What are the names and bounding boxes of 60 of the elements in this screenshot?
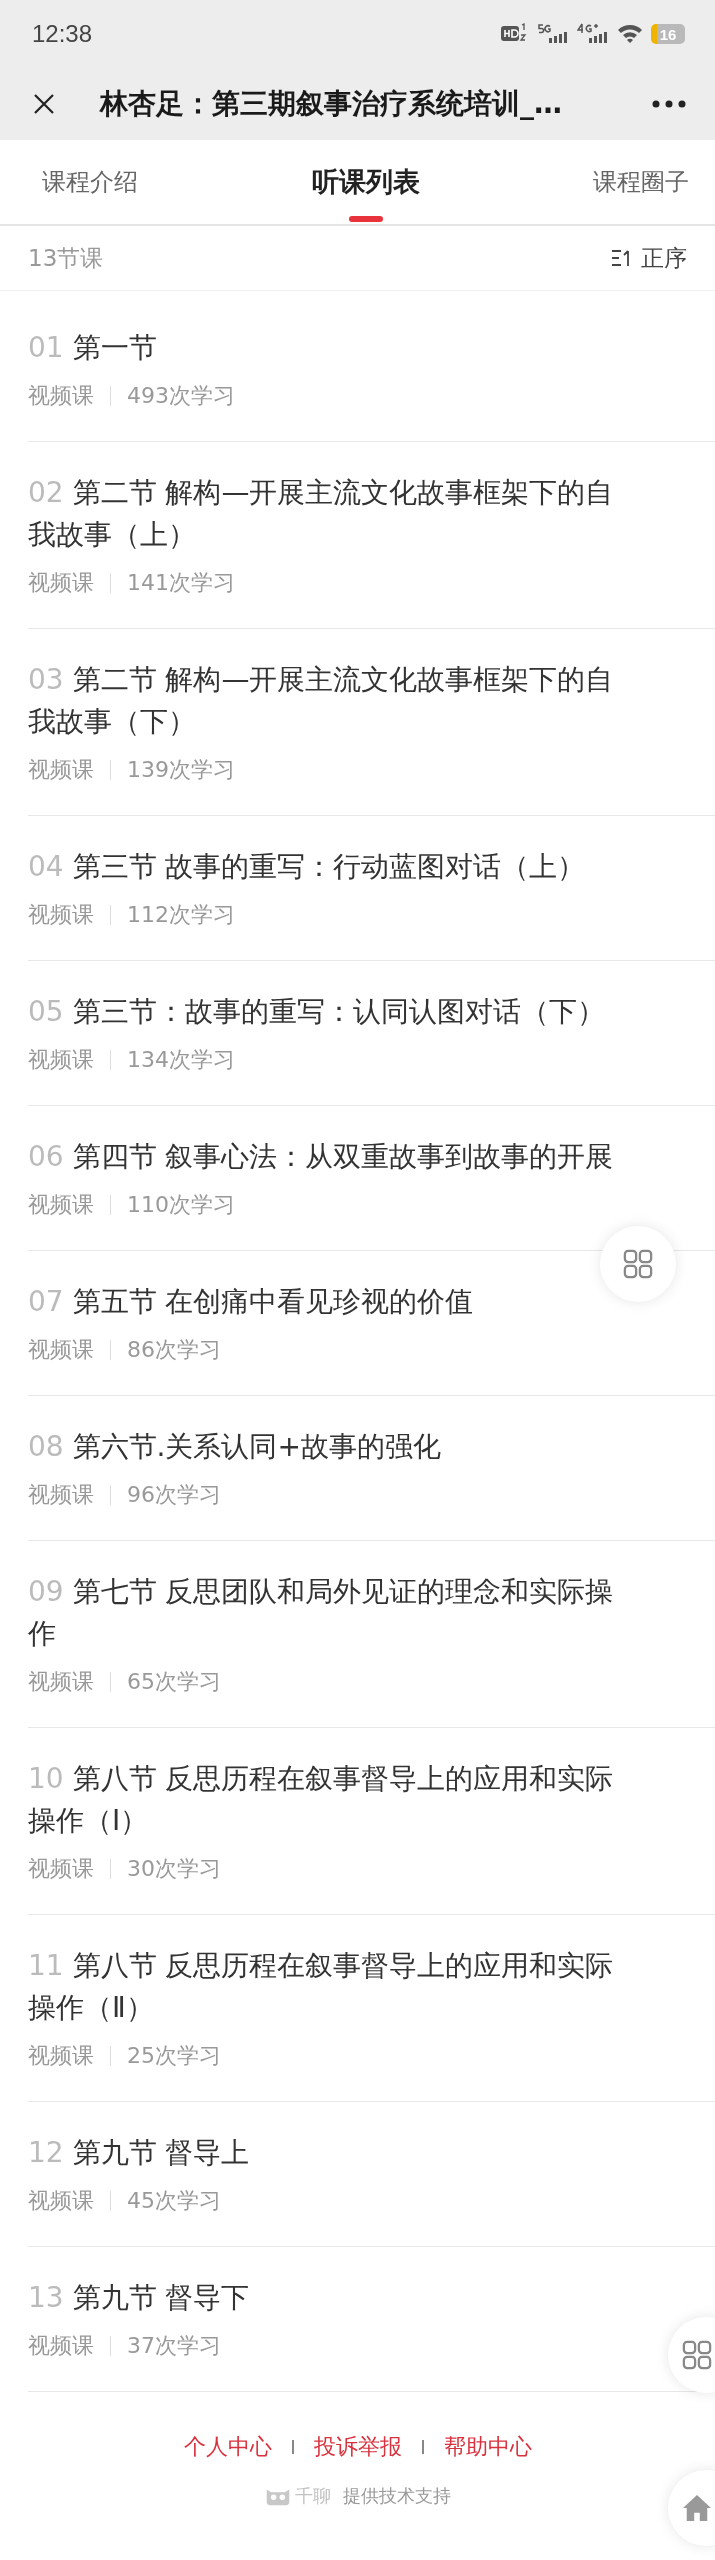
lesson-title: 03 第二节 解构—开展主流文化故事框架下的自我故事（下）	[28, 662, 615, 740]
lesson-title: 10 第八节 反思历程在叙事督导上的应用和实际操作（Ⅰ）	[28, 1761, 615, 1839]
more-icon	[652, 100, 686, 108]
status-time: 12:38	[32, 20, 93, 48]
lesson-title: 13 第九节 督导下	[28, 2280, 251, 2316]
study-count: 86次学习	[127, 1336, 221, 1364]
wifi-icon	[617, 23, 643, 45]
lesson-type: 视频课	[28, 1668, 94, 1696]
lesson-type: 视频课	[28, 1336, 94, 1364]
study-count: 110次学习	[127, 1191, 235, 1219]
home-icon	[682, 2494, 712, 2522]
lesson-type: 视频课	[28, 1481, 94, 1509]
study-count: 65次学习	[127, 1668, 221, 1696]
lesson-count: 13节课	[28, 243, 104, 273]
study-count: 139次学习	[127, 756, 235, 784]
signal-icon	[537, 23, 569, 45]
study-count: 30次学习	[127, 1855, 221, 1883]
study-count: 96次学习	[127, 1481, 221, 1509]
lesson-title: 02 第二节 解构—开展主流文化故事框架下的自我故事（上）	[28, 475, 615, 553]
tab[interactable]: 课程圈子	[581, 140, 701, 224]
study-count: 141次学习	[127, 569, 235, 597]
sort-button[interactable]: 正序	[611, 242, 687, 274]
tab[interactable]: 听课列表	[299, 140, 432, 224]
lesson-type: 视频课	[28, 2332, 94, 2360]
footer-link[interactable]: 个人中心	[183, 2432, 272, 2462]
footer-link[interactable]: 投诉举报	[313, 2432, 402, 2462]
tab[interactable]: 课程介绍	[30, 140, 150, 224]
lesson-title: 09 第七节 反思团队和局外见证的理念和实际操作	[28, 1574, 615, 1652]
grid-icon	[623, 1249, 653, 1279]
signal-icon	[577, 23, 609, 45]
study-count: 25次学习	[127, 2042, 221, 2070]
lesson-type: 视频课	[28, 569, 94, 597]
study-count: 45次学习	[127, 2187, 221, 2215]
lesson-type: 视频课	[28, 382, 94, 410]
close-icon	[32, 92, 56, 116]
lesson-title: 07 第五节 在创痛中看见珍视的价值	[28, 1284, 475, 1320]
lesson-type: 视频课	[28, 2187, 94, 2215]
lesson-type: 视频课	[28, 1046, 94, 1074]
lesson-title: 05 第三节：故事的重写：认同认图对话（下）	[28, 994, 606, 1030]
lesson-title: 04 第三节 故事的重写：行动蓝图对话（上）	[28, 849, 587, 885]
lesson-type: 视频课	[28, 756, 94, 784]
lesson-title: 12 第九节 督导上	[28, 2135, 251, 2171]
page-title: 林杏足：第三期叙事治疗系统培训_…	[98, 86, 563, 122]
lesson-type: 视频课	[28, 1191, 94, 1219]
grid-icon	[682, 2340, 712, 2370]
study-count: 134次学习	[127, 1046, 235, 1074]
lesson-title: 06 第四节 叙事心法：从双重故事到故事的开展	[28, 1139, 615, 1175]
lesson-title: 01 第一节	[28, 330, 158, 366]
study-count: 493次学习	[127, 382, 235, 410]
brand-name: 千聊	[294, 2484, 331, 2508]
lesson-type: 视频课	[28, 1855, 94, 1883]
study-count: 37次学习	[127, 2332, 221, 2360]
footer-link[interactable]: 帮助中心	[443, 2432, 532, 2462]
study-count: 112次学习	[127, 901, 235, 929]
credit-text: 提供技术支持	[342, 2484, 451, 2508]
lesson-type: 视频课	[28, 2042, 94, 2070]
lesson-title: 11 第八节 反思历程在叙事督导上的应用和实际操作（Ⅱ）	[28, 1948, 615, 2026]
lesson-type: 视频课	[28, 901, 94, 929]
battery-indicator: 16	[651, 24, 685, 44]
lesson-title: 08 第六节.关系认同+故事的强化	[28, 1429, 442, 1465]
